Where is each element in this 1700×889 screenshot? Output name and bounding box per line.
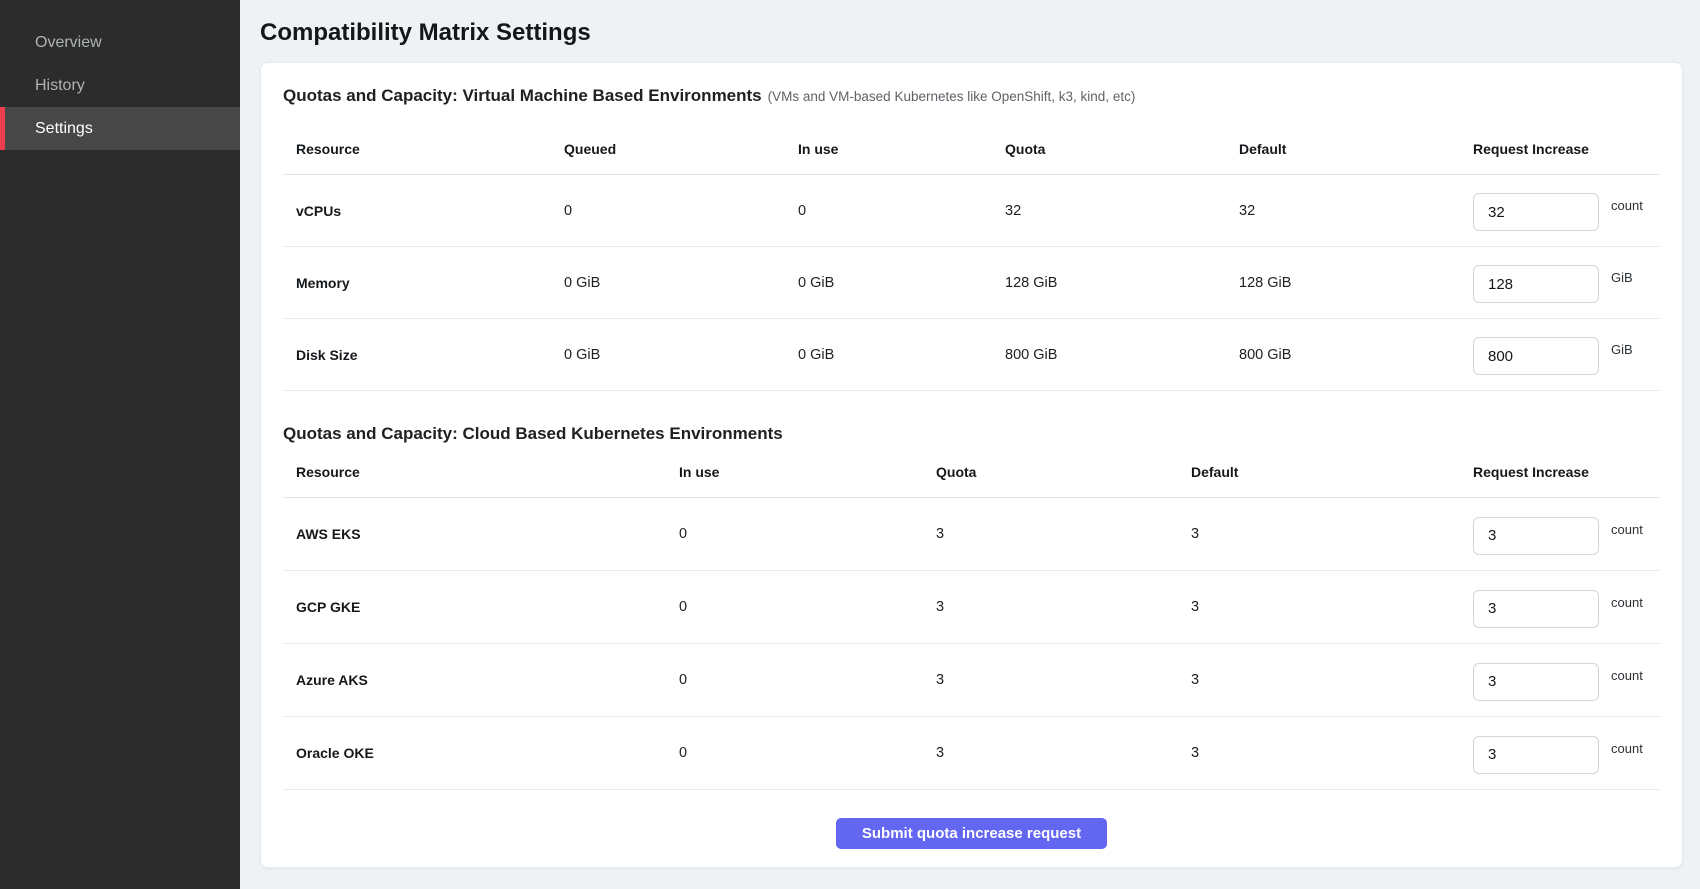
resource-name: Memory [296,275,564,291]
unit-label: count [1611,668,1643,683]
resource-name: vCPUs [296,203,564,219]
in-use-value: 0 [679,672,936,688]
vm-col-header-in-use: In use [798,141,1005,157]
request-increase-input[interactable] [1473,265,1599,303]
in-use-value: 0 [679,526,936,542]
default-value: 3 [1191,672,1473,688]
k8s-table-row: GCP GKE 0 3 3 count [283,571,1660,644]
default-value: 128 GiB [1239,275,1473,291]
k8s-table-header-row: Resource In use Quota Default Request In… [283,447,1660,498]
k8s-section-title-text: Quotas and Capacity: Cloud Based Kuberne… [283,424,783,443]
k8s-quota-table: Resource In use Quota Default Request In… [283,447,1660,790]
settings-card: Quotas and Capacity: Virtual Machine Bas… [260,62,1683,868]
request-increase-cell: count [1473,733,1660,774]
k8s-col-header-in-use: In use [679,464,936,480]
queued-value: 0 GiB [564,275,798,291]
unit-label: count [1611,198,1643,213]
in-use-value: 0 [679,599,936,615]
default-value: 3 [1191,599,1473,615]
quota-value: 3 [936,745,1191,761]
quota-value: 3 [936,599,1191,615]
request-increase-cell: GiB [1473,334,1660,375]
vm-table-row: Disk Size 0 GiB 0 GiB 800 GiB 800 GiB Gi… [283,319,1660,391]
k8s-table-row: AWS EKS 0 3 3 count [283,498,1660,571]
in-use-value: 0 GiB [798,275,1005,291]
k8s-col-header-request-increase: Request Increase [1473,464,1660,480]
request-increase-cell: count [1473,514,1660,555]
resource-name: Disk Size [296,347,564,363]
sidebar-item[interactable]: History [0,64,240,107]
sidebar-nav: Overview History Settings [0,0,240,150]
resource-name: Azure AKS [296,672,679,688]
sidebar-item-label: History [35,77,85,95]
quota-value: 800 GiB [1005,347,1239,363]
vm-section-title-text: Quotas and Capacity: Virtual Machine Bas… [283,86,762,105]
in-use-value: 0 [798,203,1005,219]
request-increase-cell: GiB [1473,262,1660,303]
main-content: Compatibility Matrix Settings Quotas and… [240,0,1700,889]
request-increase-cell: count [1473,587,1660,628]
request-increase-input[interactable] [1473,517,1599,555]
sidebar-item[interactable]: Settings [0,107,240,150]
default-value: 3 [1191,526,1473,542]
vm-col-header-resource: Resource [296,141,564,157]
vm-table-header-row: Resource Queued In use Quota Default Req… [283,110,1660,175]
vm-table-row: vCPUs 0 0 32 32 count [283,175,1660,247]
submit-row: Submit quota increase request [283,790,1660,849]
queued-value: 0 [564,203,798,219]
vm-table-row: Memory 0 GiB 0 GiB 128 GiB 128 GiB GiB [283,247,1660,319]
unit-label: count [1611,741,1643,756]
vm-section-title: Quotas and Capacity: Virtual Machine Bas… [283,83,1660,110]
k8s-col-header-default: Default [1191,464,1473,480]
sidebar-item-label: Settings [35,120,93,138]
quota-value: 3 [936,526,1191,542]
k8s-table-body: AWS EKS 0 3 3 count GCP GKE 0 3 3 [283,498,1660,790]
in-use-value: 0 [679,745,936,761]
unit-label: count [1611,522,1643,537]
request-increase-input[interactable] [1473,590,1599,628]
sidebar-item-label: Overview [35,34,102,52]
vm-section-subtitle: (VMs and VM-based Kubernetes like OpenSh… [768,89,1136,104]
default-value: 32 [1239,203,1473,219]
sidebar: Overview History Settings [0,0,240,889]
vm-table-body: vCPUs 0 0 32 32 count Memory 0 GiB 0 GiB [283,175,1660,391]
vm-col-header-quota: Quota [1005,141,1239,157]
request-increase-input[interactable] [1473,736,1599,774]
k8s-table-row: Oracle OKE 0 3 3 count [283,717,1660,790]
quota-value: 128 GiB [1005,275,1239,291]
request-increase-input[interactable] [1473,663,1599,701]
unit-label: GiB [1611,270,1633,285]
default-value: 800 GiB [1239,347,1473,363]
submit-quota-button[interactable]: Submit quota increase request [836,818,1107,849]
vm-col-header-queued: Queued [564,141,798,157]
quota-value: 3 [936,672,1191,688]
resource-name: AWS EKS [296,526,679,542]
unit-label: GiB [1611,342,1633,357]
request-increase-cell: count [1473,190,1660,231]
k8s-section-title: Quotas and Capacity: Cloud Based Kuberne… [283,421,1660,447]
k8s-col-header-quota: Quota [936,464,1191,480]
quota-value: 32 [1005,203,1239,219]
vm-col-header-request-increase: Request Increase [1473,141,1660,157]
k8s-col-header-resource: Resource [296,464,679,480]
vm-quota-table: Resource Queued In use Quota Default Req… [283,110,1660,391]
queued-value: 0 GiB [564,347,798,363]
sidebar-item[interactable]: Overview [0,21,240,64]
request-increase-input[interactable] [1473,337,1599,375]
in-use-value: 0 GiB [798,347,1005,363]
k8s-table-row: Azure AKS 0 3 3 count [283,644,1660,717]
request-increase-cell: count [1473,660,1660,701]
resource-name: GCP GKE [296,599,679,615]
unit-label: count [1611,595,1643,610]
request-increase-input[interactable] [1473,193,1599,231]
default-value: 3 [1191,745,1473,761]
vm-col-header-default: Default [1239,141,1473,157]
page-title: Compatibility Matrix Settings [260,19,1683,46]
resource-name: Oracle OKE [296,745,679,761]
